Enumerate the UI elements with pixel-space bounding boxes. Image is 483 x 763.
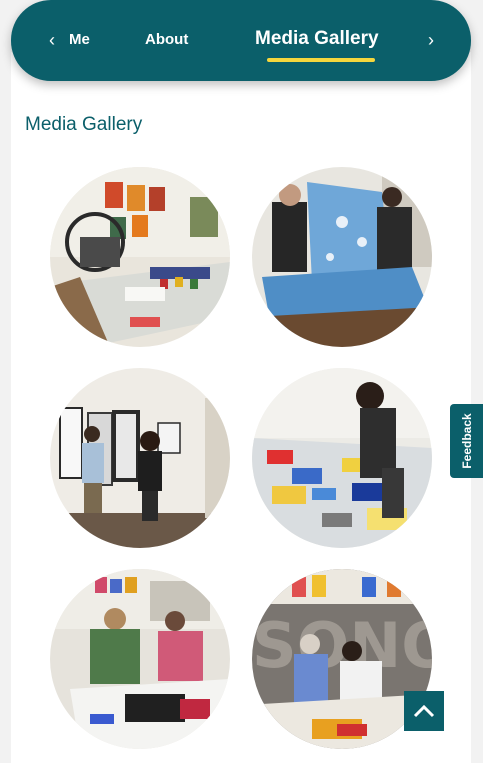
gallery-visitors-photo (50, 368, 230, 548)
screen-printing-photo (50, 569, 230, 749)
active-tab-indicator (267, 58, 375, 62)
tab-about[interactable]: About (145, 31, 188, 48)
gallery-image-5[interactable] (50, 569, 230, 749)
collage-table-photo (252, 368, 432, 548)
page-title: Media Gallery (25, 114, 143, 135)
gallery-image-3[interactable] (50, 368, 230, 548)
gallery-image-1[interactable] (50, 167, 230, 347)
top-nav: ‹ Me About Media Gallery › (11, 0, 471, 81)
gallery-image-2[interactable] (252, 167, 432, 347)
chevron-right-icon[interactable]: › (420, 28, 442, 52)
blue-print-lift-photo (252, 167, 432, 347)
feedback-label: Feedback (459, 413, 474, 469)
feedback-button[interactable]: Feedback (450, 404, 483, 478)
chevron-up-icon (413, 704, 435, 718)
gallery-image-4[interactable] (252, 368, 432, 548)
back-to-top-button[interactable] (404, 691, 444, 731)
chevron-left-icon[interactable]: ‹ (41, 28, 63, 52)
print-studio-photo (50, 167, 230, 347)
tab-media-gallery[interactable]: Media Gallery (255, 28, 379, 50)
tab-me[interactable]: Me (69, 31, 90, 48)
